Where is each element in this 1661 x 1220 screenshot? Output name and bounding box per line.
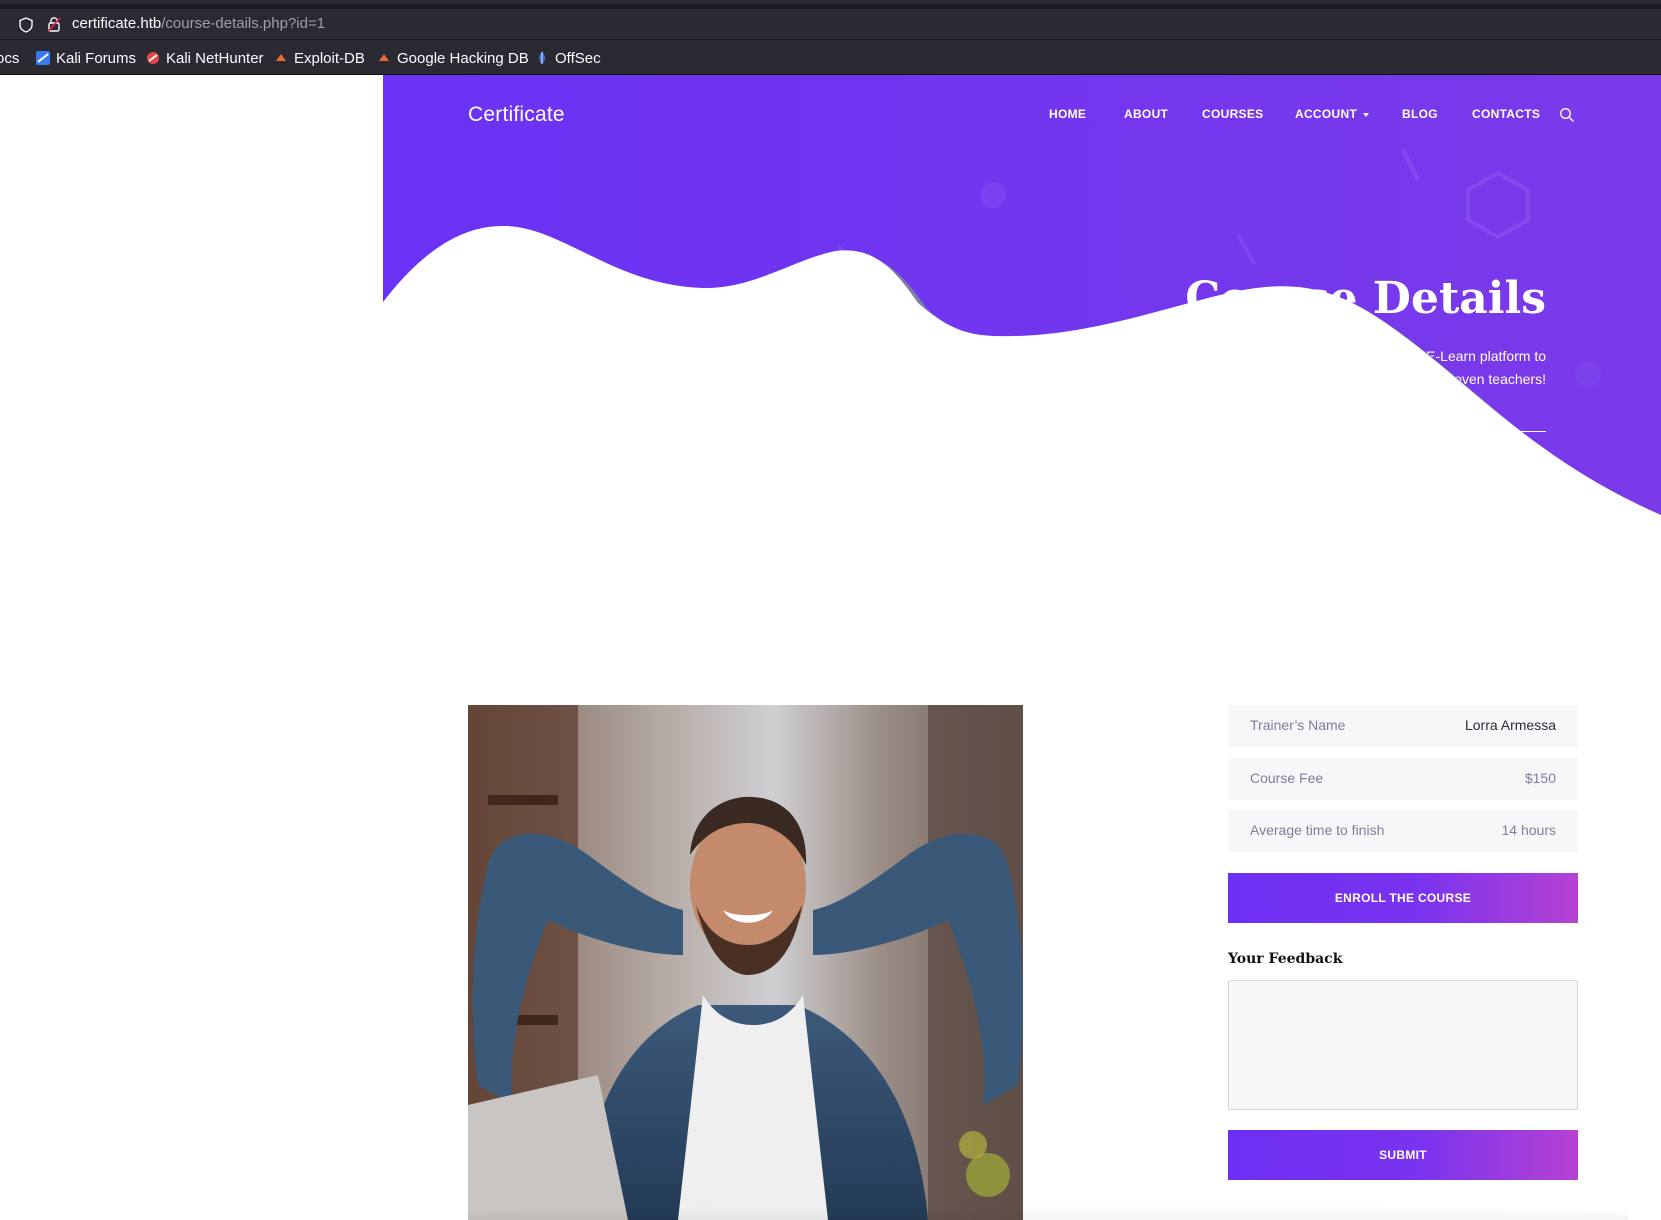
bookmark-kali-nethunter[interactable]: Kali NetHunter (146, 49, 264, 67)
average-time-row: Average time to finish 14 hours (1228, 810, 1578, 852)
bookmark-label: ocs (0, 49, 20, 67)
trainer-label: Trainer’s Name (1250, 717, 1346, 733)
section-shadow (468, 1205, 1628, 1220)
submit-button[interactable]: SUBMIT (1228, 1130, 1578, 1180)
exploit-db-icon (276, 54, 286, 61)
bookmark-kali-forums[interactable]: Kali Forums (36, 49, 136, 67)
ghdb-icon (379, 54, 389, 61)
hero-section: Certificate HOME ABOUT COURSES ACCOUNT B… (383, 75, 1661, 595)
bookmarks-toolbar: ocs Kali Forums Kali NetHunter Exploit-D… (0, 40, 1661, 75)
average-time-label: Average time to finish (1250, 822, 1385, 838)
bookmark-google-hacking-db[interactable]: Google Hacking DB (377, 49, 529, 67)
nav-home[interactable]: HOME (1049, 107, 1086, 121)
bookmark-label: Kali NetHunter (166, 49, 264, 67)
hero-description-line: ed by a proven teachers! (1391, 371, 1546, 387)
page-title: Course Details (1185, 273, 1546, 324)
shield-icon[interactable] (18, 17, 34, 33)
enroll-button[interactable]: ENROLL THE COURSE (1228, 873, 1578, 923)
url-path: /course-details.php?id=1 (161, 15, 326, 32)
nav-courses[interactable]: COURSES (1202, 107, 1263, 121)
caret-down-icon (1363, 112, 1370, 117)
offsec-icon (539, 52, 545, 64)
lock-insecure-icon[interactable] (46, 16, 62, 33)
hero-description: t famous E-Learn platform to ed by a pro… (1106, 345, 1546, 391)
feedback-input[interactable] (1228, 980, 1578, 1110)
nethunter-icon (147, 52, 159, 64)
url-text[interactable]: certificate.htb/course-details.php?id=1 (72, 15, 325, 32)
course-photo (468, 705, 1023, 1220)
bookmark-label: OffSec (555, 49, 601, 67)
search-icon[interactable] (1559, 107, 1575, 123)
course-image (468, 705, 1023, 1220)
web-page: Certificate HOME ABOUT COURSES ACCOUNT B… (0, 75, 1661, 1220)
bookmark-docs[interactable]: ocs (0, 49, 19, 67)
nav-about[interactable]: ABOUT (1124, 107, 1168, 121)
bookmark-offsec[interactable]: OffSec (535, 49, 601, 67)
main-nav: HOME ABOUT COURSES ACCOUNT BLOG CONTACTS (383, 107, 1661, 127)
nav-blog[interactable]: BLOG (1402, 107, 1438, 121)
url-host: certificate.htb (72, 15, 162, 32)
browser-url-bar: certificate.htb/course-details.php?id=1 (0, 0, 1661, 40)
course-fee-row: Course Fee $150 (1228, 758, 1578, 800)
kali-forums-icon (36, 51, 50, 65)
address-field[interactable]: certificate.htb/course-details.php?id=1 (0, 9, 1661, 39)
bookmark-label: Kali Forums (56, 49, 137, 67)
trainer-value[interactable]: Lorra Armessa (1465, 717, 1556, 733)
bookmark-label: Exploit-DB (294, 49, 365, 67)
trainer-row: Trainer’s Name Lorra Armessa (1228, 705, 1578, 747)
hero-description-line: t famous E-Learn platform to (1368, 348, 1546, 364)
nav-account-label: ACCOUNT (1295, 107, 1358, 121)
bookmark-label: Google Hacking DB (397, 49, 529, 67)
nav-account[interactable]: ACCOUNT (1295, 107, 1370, 121)
course-fee-label: Course Fee (1250, 770, 1324, 786)
average-time-value: 14 hours (1501, 822, 1556, 838)
bookmark-exploit-db[interactable]: Exploit-DB (274, 49, 365, 67)
breadcrumb[interactable]: Details (1346, 431, 1546, 475)
course-fee-value: $150 (1524, 770, 1556, 786)
nav-contacts[interactable]: CONTACTS (1472, 107, 1540, 121)
feedback-label: Your Feedback (1228, 951, 1343, 967)
hero-background (383, 75, 1661, 595)
